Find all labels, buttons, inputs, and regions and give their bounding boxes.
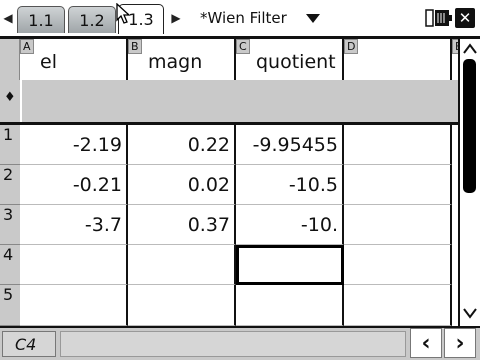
column-letter: B: [128, 39, 142, 54]
tab-label: 1.3: [128, 10, 154, 29]
battery-icon: [425, 9, 452, 27]
cell-a5[interactable]: [20, 285, 128, 326]
column-letter: A: [20, 39, 34, 54]
document-menu-chevron-down-icon[interactable]: [306, 14, 320, 23]
tab-1-2[interactable]: 1.2: [68, 6, 116, 33]
mouse-pointer-icon: [116, 3, 130, 24]
tab-label: 1.2: [79, 10, 105, 30]
column-header-b[interactable]: B magn: [128, 39, 236, 80]
column-name: el: [40, 51, 57, 73]
tab-label: 1.1: [28, 10, 54, 30]
cell-c3[interactable]: -10.: [236, 205, 344, 245]
row-header-2[interactable]: 2: [0, 165, 20, 205]
cell-d2[interactable]: [344, 165, 452, 205]
column-name: quotient: [256, 51, 336, 73]
column-header-d[interactable]: D: [344, 39, 452, 80]
cell-a4[interactable]: [20, 245, 128, 285]
cell-a2[interactable]: -0.21: [20, 165, 128, 205]
column-header-c[interactable]: C quotient: [236, 39, 344, 80]
vertical-scrollbar[interactable]: [458, 39, 480, 326]
scroll-down-icon[interactable]: [463, 307, 477, 319]
nav-left-chevron-icon[interactable]: ‹: [410, 328, 442, 358]
column-letter: D: [344, 39, 359, 54]
cell-b3[interactable]: 0.37: [128, 205, 236, 245]
tab-bar: ◀ 1.1 1.2 1.3 ▶ *Wien Filter ✕: [0, 0, 480, 36]
corner-cell: [0, 39, 20, 80]
cell-a1[interactable]: -2.19: [20, 125, 128, 165]
tab-scroll-left-icon[interactable]: ◀: [2, 0, 14, 36]
formula-divider: [20, 80, 22, 122]
cell-a3[interactable]: -3.7: [20, 205, 128, 245]
cell-d4[interactable]: [344, 245, 452, 285]
column-letter: C: [236, 39, 250, 54]
scrollbar-thumb[interactable]: [463, 59, 476, 193]
row-header-4[interactable]: 4: [0, 245, 20, 285]
cell-c4-selected[interactable]: [236, 245, 344, 285]
tab-1-1[interactable]: 1.1: [17, 6, 65, 33]
scroll-up-icon[interactable]: [463, 43, 477, 55]
formula-row-diamond-icon: ♦: [4, 90, 16, 105]
cell-reference[interactable]: C4: [2, 331, 56, 357]
data-grid: 1 -2.19 0.22 -9.95455 2 -0.21 0.02 -10.5…: [0, 125, 460, 326]
cell-b4[interactable]: [128, 245, 236, 285]
row-header-3[interactable]: 3: [0, 205, 20, 245]
cell-b5[interactable]: [128, 285, 236, 326]
cell-d3[interactable]: [344, 205, 452, 245]
document-title[interactable]: *Wien Filter: [200, 0, 287, 36]
cell-b1[interactable]: 0.22: [128, 125, 236, 165]
row-header-5[interactable]: 5: [0, 285, 20, 326]
nav-right-chevron-icon[interactable]: ›: [444, 328, 476, 358]
tab-scroll-right-icon[interactable]: ▶: [170, 0, 182, 36]
cell-c2[interactable]: -10.5: [236, 165, 344, 205]
row-header-1[interactable]: 1: [0, 125, 20, 165]
cell-c1[interactable]: -9.95455: [236, 125, 344, 165]
column-name: magn: [148, 51, 203, 73]
status-bar: C4 ‹ ›: [0, 326, 480, 360]
cell-b2[interactable]: 0.02: [128, 165, 236, 205]
cell-c5[interactable]: [236, 285, 344, 326]
cell-entry-line[interactable]: [60, 331, 406, 357]
cell-d5[interactable]: [344, 285, 452, 326]
close-icon[interactable]: ✕: [455, 8, 475, 28]
column-header-a[interactable]: A el: [20, 39, 128, 80]
formula-row[interactable]: ♦: [0, 80, 460, 122]
cell-d1[interactable]: [344, 125, 452, 165]
